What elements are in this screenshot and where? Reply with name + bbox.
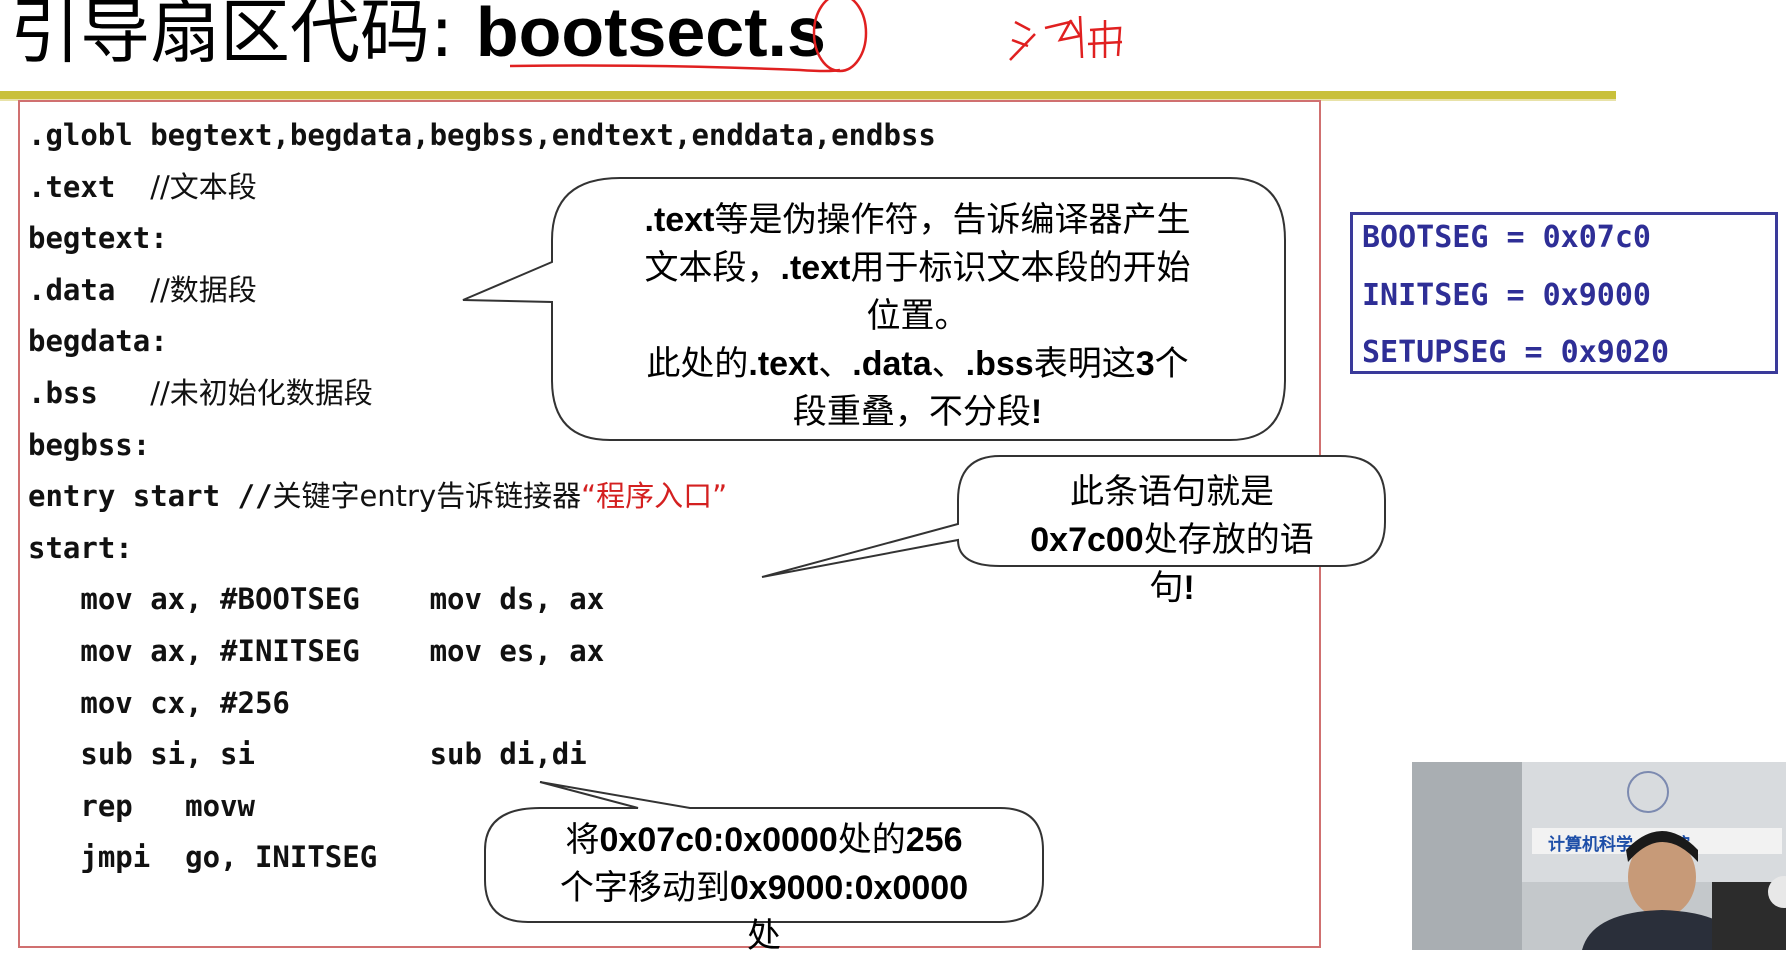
segment-setupseg: SETUPSEG = 0x9020 [1362, 335, 1670, 370]
callout-bold: 256 [905, 821, 963, 859]
callout-bold: ! [1183, 569, 1195, 607]
callout-bold: .bss [965, 345, 1034, 383]
callout-bold: ! [1030, 393, 1043, 431]
segment-initseg: INITSEG = 0x9000 [1362, 278, 1651, 313]
callout-bold: 0x07c0:0x0000 [599, 821, 838, 859]
callout-fragment: 处存放的语 [1143, 520, 1314, 560]
segment-bootseg: BOOTSEG = 0x07c0 [1362, 220, 1651, 255]
callout-fragment: 处 [747, 916, 781, 956]
callout-entry-note: 此条语句就是 0x7c00处存放的语 句! [960, 468, 1384, 612]
callout-line: 此条语句就是 [960, 468, 1384, 516]
callout-fragment: 句 [1149, 568, 1184, 608]
callout-fragment: 个字移动到 [559, 868, 730, 908]
presenter-video-scene: 计算机科学 术学院 [1412, 762, 1786, 950]
callout-fragment: 文本段， [644, 248, 781, 288]
callout-line: .text等是伪操作符，告诉编译器产生 [560, 196, 1275, 244]
callout-fragment: 、 [931, 344, 966, 384]
callout-line: 此处的.text、.data、.bss表明这3个 [560, 340, 1275, 388]
callout-fragment: 、 [818, 344, 853, 384]
callout-line: 0x7c00处存放的语 [960, 516, 1384, 564]
callout-line: 文本段，.text用于标识文本段的开始 [560, 244, 1275, 292]
callout-fragment: 处的 [837, 820, 906, 860]
callout-bold: .data [852, 345, 932, 383]
callout-bold: .text [644, 201, 715, 239]
callout-fragment: 表明这 [1033, 344, 1136, 384]
callout-fragment: 将 [565, 820, 600, 860]
presenter-video: 计算机科学 术学院 [1412, 762, 1786, 950]
callout-line: 段重叠，不分段! [560, 388, 1275, 436]
callout-bold: .text [780, 249, 851, 287]
callout-move-note: 将0x07c0:0x0000处的256 个字移动到0x9000:0x0000 处 [488, 816, 1040, 960]
callout-bold: .text [748, 345, 819, 383]
callout-fragment: 此条语句就是 [1070, 472, 1274, 512]
callout-fragment: 位置。 [866, 296, 969, 336]
callout-bold: 0x9000:0x0000 [729, 869, 969, 907]
callout-line: 句! [960, 564, 1384, 612]
callout-fragment: 此处的 [646, 344, 749, 384]
callout-fragment: 个 [1154, 344, 1189, 384]
callout-line: 位置。 [560, 292, 1275, 340]
callout-text-note: .text等是伪操作符，告诉编译器产生 文本段，.text用于标识文本段的开始 … [560, 196, 1275, 436]
callout-line: 将0x07c0:0x0000处的256 [488, 816, 1040, 864]
callout-fragment: 等是伪操作符，告诉编译器产生 [714, 200, 1191, 240]
callout-line: 个字移动到0x9000:0x0000 [488, 864, 1040, 912]
callout-bold: 0x7c00 [1030, 521, 1144, 559]
callout-line: 处 [488, 912, 1040, 960]
callout-bold: 3 [1135, 345, 1155, 383]
callout-fragment: 用于标识文本段的开始 [850, 248, 1191, 288]
callout-fragment: 段重叠，不分段 [792, 392, 1031, 432]
